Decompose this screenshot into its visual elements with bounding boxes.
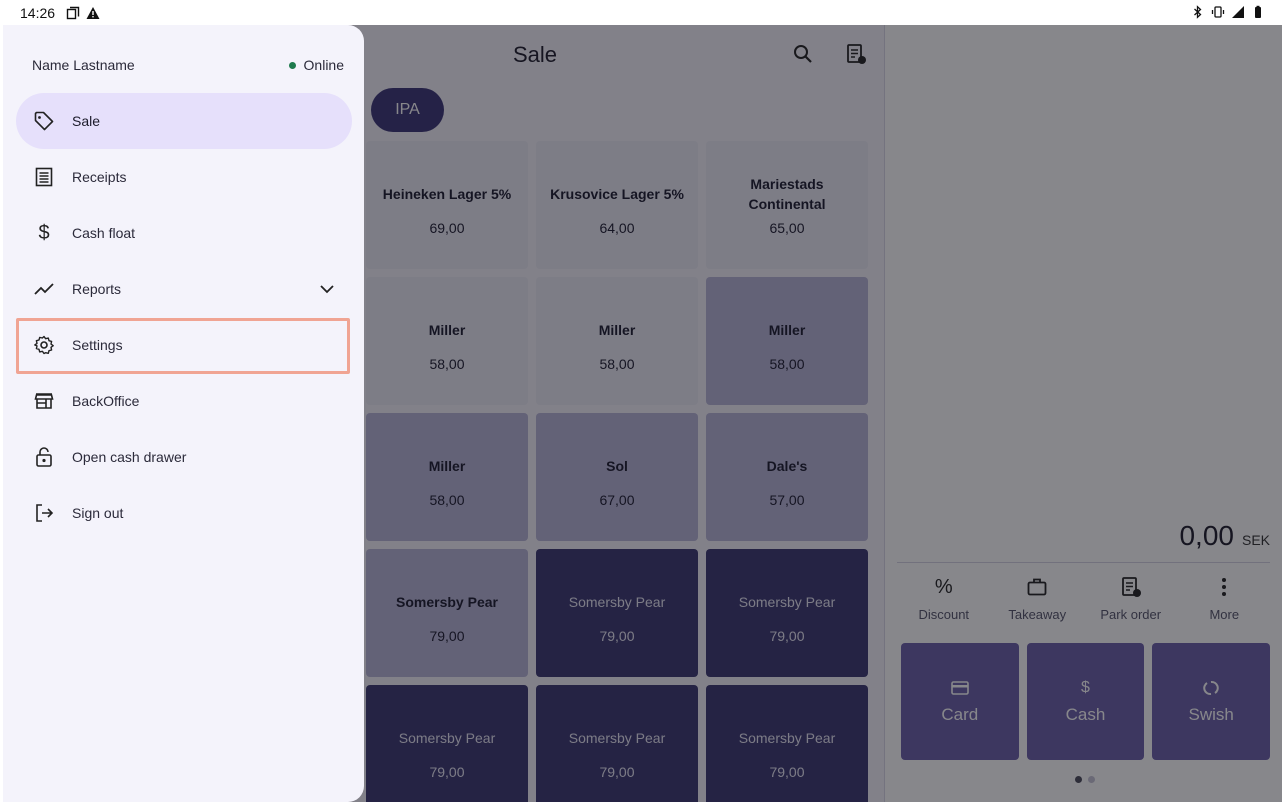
nav-item-receipts[interactable]: Receipts [16,149,352,205]
nav-item-reports[interactable]: Reports [16,261,352,317]
status-bar: 14:26 [0,0,1285,25]
nav-item-sale[interactable]: Sale [16,93,352,149]
nav-label: Reports [72,281,122,297]
warning-icon [86,7,100,19]
screenshot-icon [66,6,80,20]
app-window: Sale IPA Heineken Lager 5%69,00Krusovice… [3,25,1282,802]
nav-label: Cash float [72,225,136,241]
receipt-icon [32,165,56,189]
nav-item-backoffice[interactable]: BackOffice [16,373,352,429]
nav-label: Receipts [72,169,127,185]
status-label: Online [303,57,344,73]
nav-item-open-cash-drawer[interactable]: Open cash drawer [16,429,352,485]
nav-item-cash-float[interactable]: $ Cash float [16,205,352,261]
nav-label: Sign out [72,505,124,521]
nav-item-sign-out[interactable]: Sign out [16,485,352,541]
chevron-down-icon[interactable] [316,278,338,300]
battery-icon [1255,5,1261,18]
nav-label: Sale [72,113,101,129]
logout-icon [32,501,56,525]
navigation-drawer: Name Lastname Online Sale Receipts $ Cas… [3,25,364,802]
status-notification-icons [66,6,100,20]
nav-label: Open cash drawer [72,449,187,465]
signal-icon [1232,6,1244,18]
status-system-icons [1191,5,1265,19]
store-icon [32,389,56,413]
dollar-icon: $ [38,221,50,244]
trending-icon [32,277,56,301]
bluetooth-icon [1194,5,1202,19]
settings-highlight-outline [16,318,350,374]
nav-label: BackOffice [72,393,140,409]
vibrate-icon [1211,6,1225,18]
status-time: 14:26 [20,5,56,21]
online-status-dot [288,61,296,69]
user-name: Name Lastname [32,57,135,73]
connection-status: Online [288,57,344,73]
tag-icon [32,109,56,133]
lock-open-icon [32,445,56,469]
